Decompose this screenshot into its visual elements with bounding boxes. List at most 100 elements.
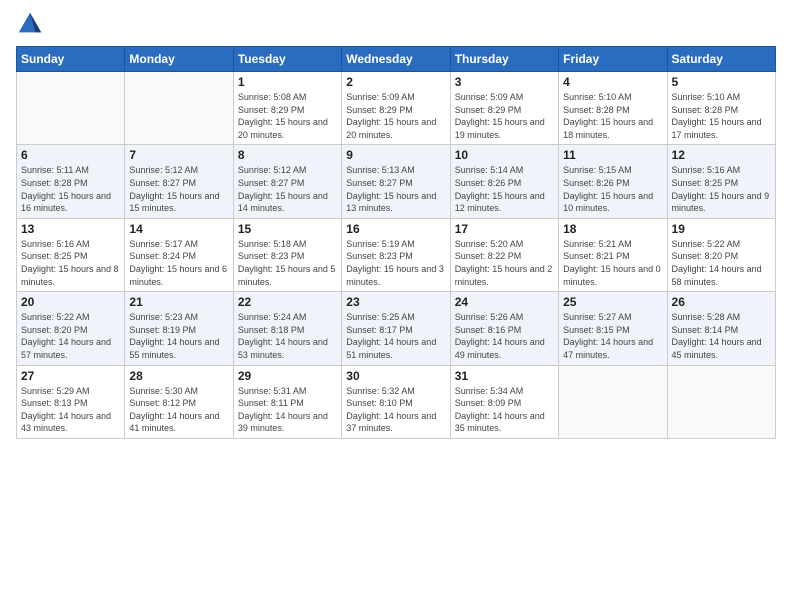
day-info: Sunrise: 5:08 AMSunset: 8:29 PMDaylight:… [238,91,337,141]
day-number: 4 [563,75,662,89]
calendar-day: 27 Sunrise: 5:29 AMSunset: 8:13 PMDayligh… [17,365,125,438]
calendar-week-row: 1 Sunrise: 5:08 AMSunset: 8:29 PMDaylight… [17,72,776,145]
calendar-day [125,72,233,145]
calendar-day: 9 Sunrise: 5:13 AMSunset: 8:27 PMDaylight… [342,145,450,218]
logo-icon [16,10,44,38]
calendar-day: 31 Sunrise: 5:34 AMSunset: 8:09 PMDayligh… [450,365,558,438]
calendar-header-saturday: Saturday [667,47,775,72]
calendar-day: 10Sunrise: 5:14 AMSunset: 8:26 PMDayligh… [450,145,558,218]
day-info: Sunrise: 5:29 AMSunset: 8:13 PMDaylight:… [21,385,120,435]
calendar-day: 17 Sunrise: 5:20 AMSunset: 8:22 PMDayligh… [450,218,558,291]
calendar-day [667,365,775,438]
day-number: 12 [672,148,771,162]
day-info: Sunrise: 5:26 AMSunset: 8:16 PMDaylight:… [455,311,554,361]
day-number: 23 [346,295,445,309]
day-number: 9 [346,148,445,162]
day-info: Sunrise: 5:22 AMSunset: 8:20 PMDaylight:… [21,311,120,361]
calendar-day: 4 Sunrise: 5:10 AMSunset: 8:28 PMDaylight… [559,72,667,145]
day-info: Sunrise: 5:12 AMSunset: 8:27 PMDaylight:… [238,164,337,214]
calendar-day: 24Sunrise: 5:26 AMSunset: 8:16 PMDayligh… [450,292,558,365]
calendar-day: 6 Sunrise: 5:11 AMSunset: 8:28 PMDaylight… [17,145,125,218]
calendar-day: 5Sunrise: 5:10 AMSunset: 8:28 PMDaylight… [667,72,775,145]
day-number: 2 [346,75,445,89]
day-info: Sunrise: 5:09 AMSunset: 8:29 PMDaylight:… [455,91,554,141]
calendar-day: 19Sunrise: 5:22 AMSunset: 8:20 PMDayligh… [667,218,775,291]
day-info: Sunrise: 5:28 AMSunset: 8:14 PMDaylight:… [672,311,771,361]
calendar-day: 8 Sunrise: 5:12 AMSunset: 8:27 PMDaylight… [233,145,341,218]
calendar-day [17,72,125,145]
day-info: Sunrise: 5:27 AMSunset: 8:15 PMDaylight:… [563,311,662,361]
day-number: 17 [455,222,554,236]
day-number: 25 [563,295,662,309]
day-info: Sunrise: 5:09 AMSunset: 8:29 PMDaylight:… [346,91,445,141]
day-number: 8 [238,148,337,162]
header [16,10,776,38]
calendar-header-thursday: Thursday [450,47,558,72]
calendar-day: 15 Sunrise: 5:18 AMSunset: 8:23 PMDayligh… [233,218,341,291]
day-number: 27 [21,369,120,383]
calendar-day: 18 Sunrise: 5:21 AMSunset: 8:21 PMDayligh… [559,218,667,291]
calendar-header-row: SundayMondayTuesdayWednesdayThursdayFrid… [17,47,776,72]
day-info: Sunrise: 5:12 AMSunset: 8:27 PMDaylight:… [129,164,228,214]
day-info: Sunrise: 5:24 AMSunset: 8:18 PMDaylight:… [238,311,337,361]
calendar-day: 30 Sunrise: 5:32 AMSunset: 8:10 PMDayligh… [342,365,450,438]
calendar-week-row: 13Sunrise: 5:16 AMSunset: 8:25 PMDayligh… [17,218,776,291]
day-info: Sunrise: 5:20 AMSunset: 8:22 PMDaylight:… [455,238,554,288]
calendar-day: 14Sunrise: 5:17 AMSunset: 8:24 PMDayligh… [125,218,233,291]
logo [16,10,48,38]
day-number: 6 [21,148,120,162]
day-info: Sunrise: 5:11 AMSunset: 8:28 PMDaylight:… [21,164,120,214]
day-info: Sunrise: 5:31 AMSunset: 8:11 PMDaylight:… [238,385,337,435]
day-number: 28 [129,369,228,383]
calendar-day: 12 Sunrise: 5:16 AMSunset: 8:25 PMDayligh… [667,145,775,218]
page: SundayMondayTuesdayWednesdayThursdayFrid… [0,0,792,612]
calendar-day: 11Sunrise: 5:15 AMSunset: 8:26 PMDayligh… [559,145,667,218]
day-number: 15 [238,222,337,236]
day-number: 22 [238,295,337,309]
day-number: 21 [129,295,228,309]
calendar-week-row: 27 Sunrise: 5:29 AMSunset: 8:13 PMDayligh… [17,365,776,438]
day-info: Sunrise: 5:13 AMSunset: 8:27 PMDaylight:… [346,164,445,214]
calendar-header-tuesday: Tuesday [233,47,341,72]
calendar-header-wednesday: Wednesday [342,47,450,72]
day-info: Sunrise: 5:34 AMSunset: 8:09 PMDaylight:… [455,385,554,435]
day-info: Sunrise: 5:25 AMSunset: 8:17 PMDaylight:… [346,311,445,361]
day-number: 7 [129,148,228,162]
day-number: 20 [21,295,120,309]
day-number: 18 [563,222,662,236]
calendar-day: 28 Sunrise: 5:30 AMSunset: 8:12 PMDayligh… [125,365,233,438]
calendar-day: 25 Sunrise: 5:27 AMSunset: 8:15 PMDayligh… [559,292,667,365]
day-info: Sunrise: 5:19 AMSunset: 8:23 PMDaylight:… [346,238,445,288]
calendar-day: 23 Sunrise: 5:25 AMSunset: 8:17 PMDayligh… [342,292,450,365]
day-info: Sunrise: 5:16 AMSunset: 8:25 PMDaylight:… [672,164,771,214]
day-info: Sunrise: 5:14 AMSunset: 8:26 PMDaylight:… [455,164,554,214]
day-number: 3 [455,75,554,89]
day-info: Sunrise: 5:30 AMSunset: 8:12 PMDaylight:… [129,385,228,435]
calendar-day: 3 Sunrise: 5:09 AMSunset: 8:29 PMDaylight… [450,72,558,145]
day-number: 5 [672,75,771,89]
day-info: Sunrise: 5:18 AMSunset: 8:23 PMDaylight:… [238,238,337,288]
day-info: Sunrise: 5:32 AMSunset: 8:10 PMDaylight:… [346,385,445,435]
calendar-header-sunday: Sunday [17,47,125,72]
calendar-header-monday: Monday [125,47,233,72]
calendar-day: 22 Sunrise: 5:24 AMSunset: 8:18 PMDayligh… [233,292,341,365]
calendar-day: 16Sunrise: 5:19 AMSunset: 8:23 PMDayligh… [342,218,450,291]
calendar-day [559,365,667,438]
day-info: Sunrise: 5:22 AMSunset: 8:20 PMDaylight:… [672,238,771,288]
day-number: 1 [238,75,337,89]
calendar-header-friday: Friday [559,47,667,72]
day-number: 11 [563,148,662,162]
calendar-day: 26 Sunrise: 5:28 AMSunset: 8:14 PMDayligh… [667,292,775,365]
day-info: Sunrise: 5:10 AMSunset: 8:28 PMDaylight:… [563,91,662,141]
calendar-table: SundayMondayTuesdayWednesdayThursdayFrid… [16,46,776,439]
day-number: 26 [672,295,771,309]
day-number: 29 [238,369,337,383]
day-info: Sunrise: 5:21 AMSunset: 8:21 PMDaylight:… [563,238,662,288]
day-number: 30 [346,369,445,383]
day-info: Sunrise: 5:17 AMSunset: 8:24 PMDaylight:… [129,238,228,288]
calendar-day: 7 Sunrise: 5:12 AMSunset: 8:27 PMDaylight… [125,145,233,218]
calendar-day: 13Sunrise: 5:16 AMSunset: 8:25 PMDayligh… [17,218,125,291]
calendar-day: 21Sunrise: 5:23 AMSunset: 8:19 PMDayligh… [125,292,233,365]
day-number: 31 [455,369,554,383]
calendar-day: 1 Sunrise: 5:08 AMSunset: 8:29 PMDaylight… [233,72,341,145]
